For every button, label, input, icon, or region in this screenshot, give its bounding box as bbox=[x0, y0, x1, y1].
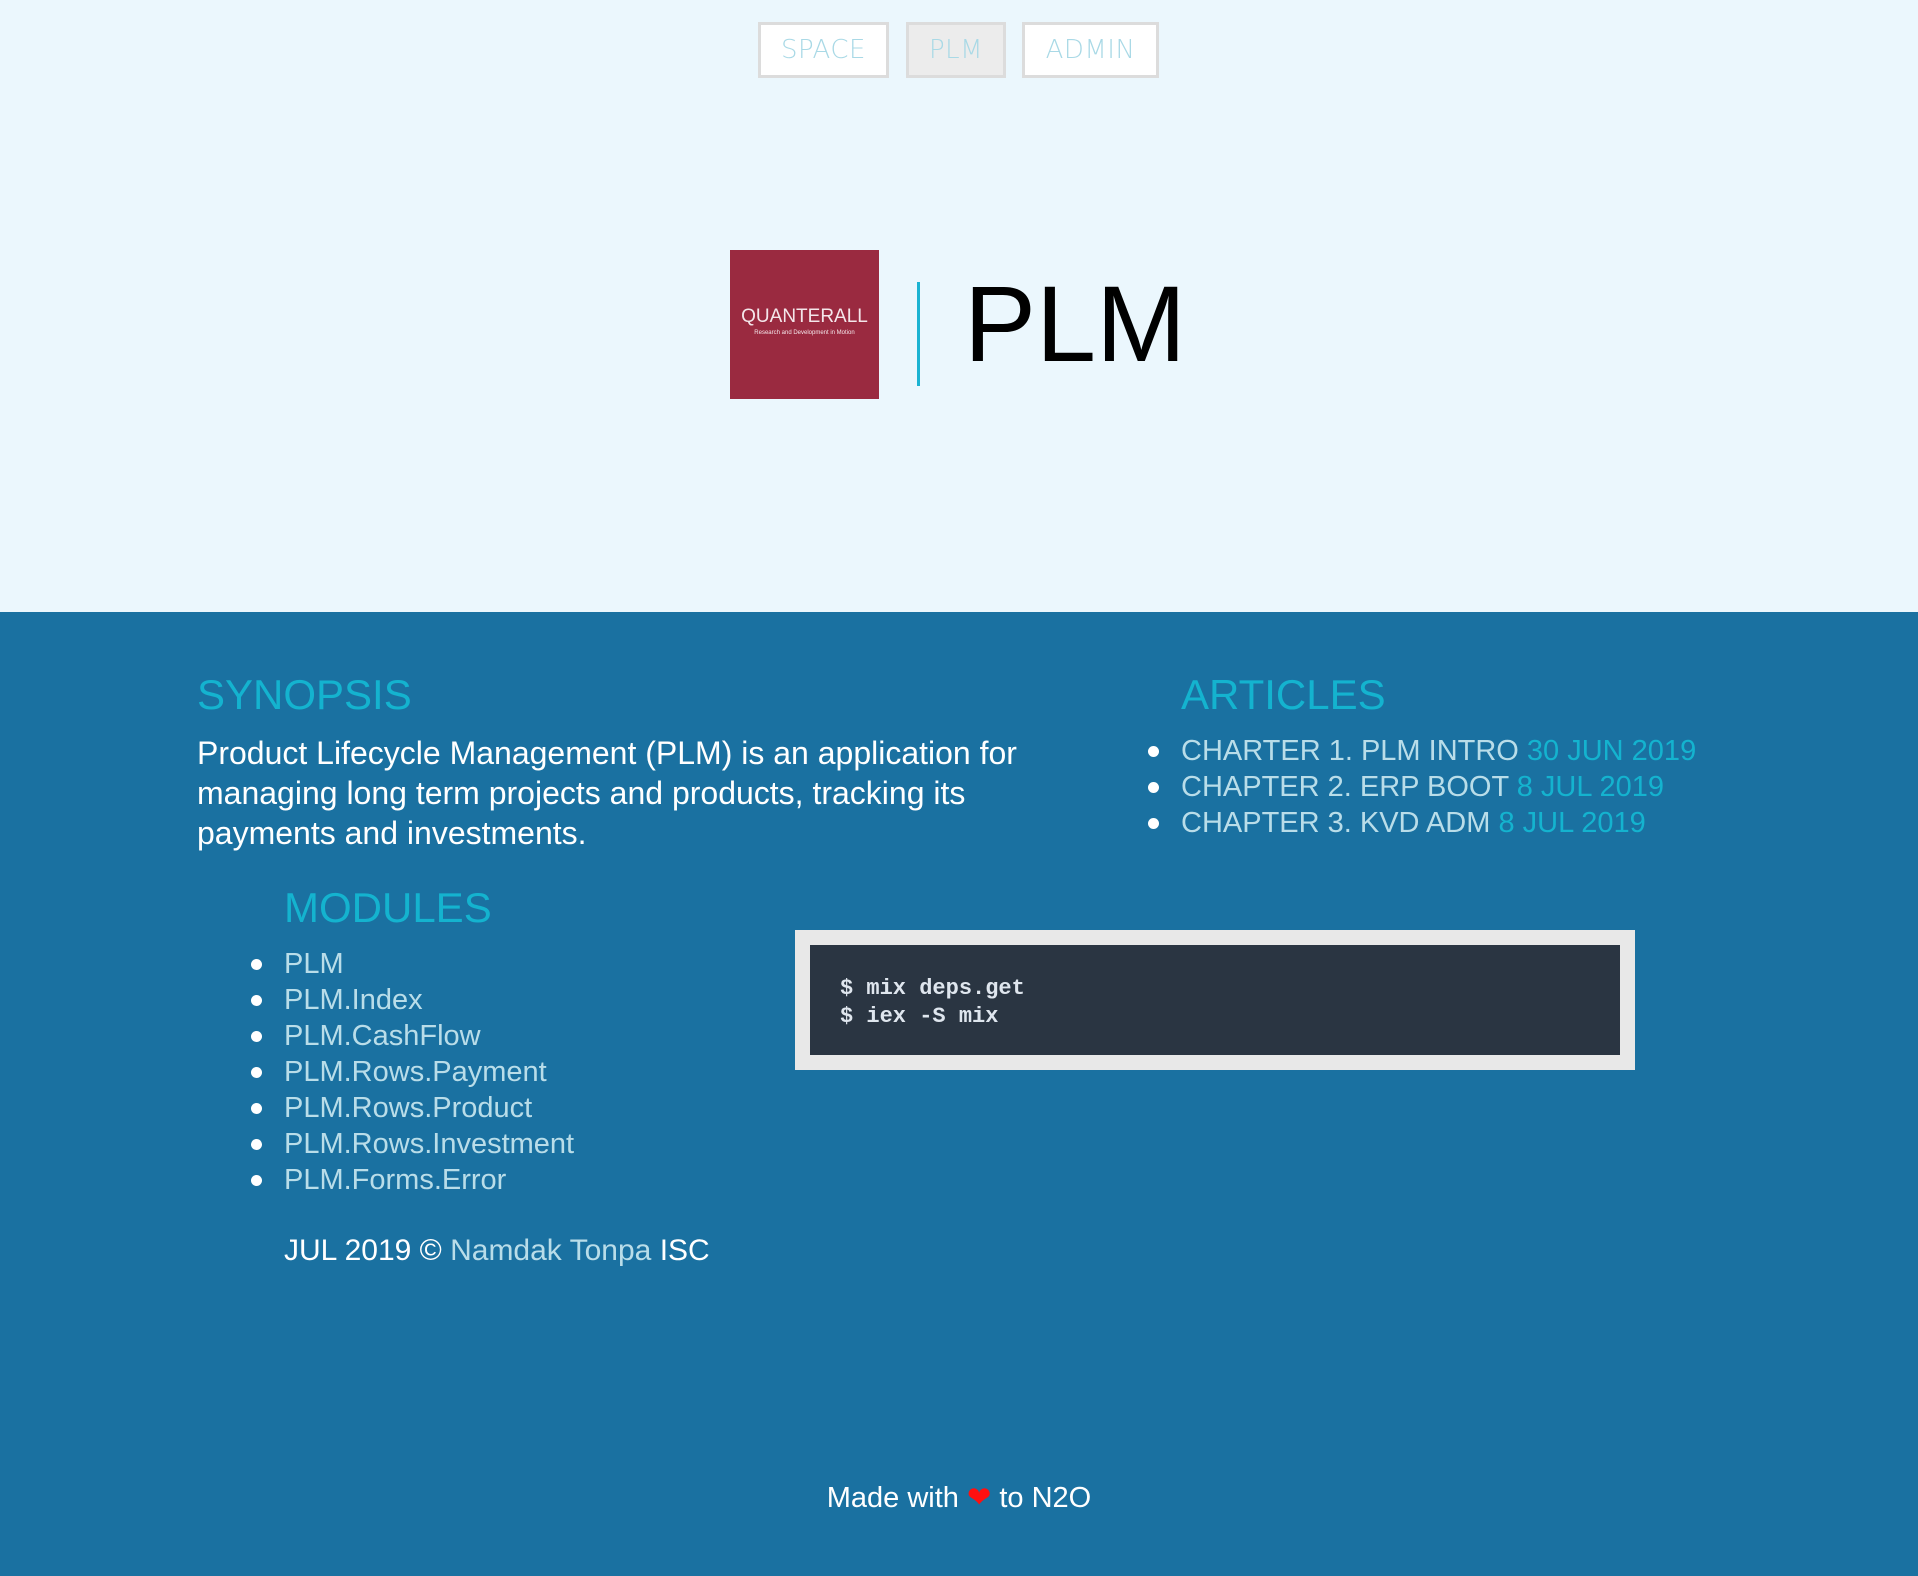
license: ISC bbox=[659, 1234, 710, 1267]
header-section: SPACE PLM ADMIN QUANTERALL Research and … bbox=[0, 0, 1918, 612]
article-date: 8 JUL 2019 bbox=[1498, 807, 1646, 839]
article-title[interactable]: CHARTER 1. PLM INTRO bbox=[1181, 735, 1519, 767]
article-title[interactable]: CHAPTER 2. ERP BOOT bbox=[1181, 771, 1509, 803]
modules-list: PLM PLM.Index PLM.CashFlow PLM.Rows.Paym… bbox=[250, 946, 574, 1198]
made-suffix: to N2O bbox=[999, 1482, 1092, 1514]
module-link[interactable]: PLM.CashFlow bbox=[250, 1018, 574, 1054]
module-link[interactable]: PLM.Rows.Investment bbox=[250, 1126, 574, 1162]
nav-plm-button[interactable]: PLM bbox=[906, 22, 1006, 78]
page-title: PLM bbox=[964, 263, 1187, 384]
author-link[interactable]: Namdak Tonpa bbox=[450, 1234, 651, 1267]
code-content: $ mix deps.get $ iex -S mix bbox=[810, 945, 1620, 1055]
copyright-date: JUL 2019 © bbox=[284, 1234, 442, 1267]
nav-admin-button[interactable]: ADMIN bbox=[1022, 22, 1159, 78]
divider bbox=[917, 282, 920, 386]
nav-space-button[interactable]: SPACE bbox=[758, 22, 889, 78]
article-date: 30 JUN 2019 bbox=[1526, 735, 1697, 767]
logo-tagline: Research and Development in Motion bbox=[754, 330, 855, 336]
modules-heading: MODULES bbox=[284, 884, 492, 931]
code-line: $ mix deps.get bbox=[840, 976, 1025, 1001]
heart-icon: ❤ bbox=[966, 1482, 992, 1514]
quanterall-logo: QUANTERALL Research and Development in M… bbox=[730, 250, 879, 399]
articles-heading: ARTICLES bbox=[1181, 671, 1386, 718]
code-line: $ iex -S mix bbox=[840, 1004, 999, 1029]
made-prefix: Made with bbox=[826, 1482, 959, 1514]
article-item[interactable]: CHAPTER 2. ERP BOOT 8 JUL 2019 bbox=[1147, 769, 1696, 805]
module-link[interactable]: PLM.Forms.Error bbox=[250, 1162, 574, 1198]
module-link[interactable]: PLM.Rows.Payment bbox=[250, 1054, 574, 1090]
synopsis-heading: SYNOPSIS bbox=[197, 671, 412, 718]
article-title[interactable]: CHAPTER 3. KVD ADM bbox=[1181, 807, 1490, 839]
synopsis-text: Product Lifecycle Management (PLM) is an… bbox=[197, 735, 1017, 851]
articles-list: CHARTER 1. PLM INTRO 30 JUN 2019 CHAPTER… bbox=[1147, 733, 1697, 841]
article-item[interactable]: CHARTER 1. PLM INTRO 30 JUN 2019 bbox=[1147, 733, 1697, 769]
module-link[interactable]: PLM.Rows.Product bbox=[250, 1090, 574, 1126]
copyright: JUL 2019 © Namdak Tonpa ISC bbox=[284, 1234, 710, 1268]
module-link[interactable]: PLM bbox=[250, 946, 574, 982]
code-block: $ mix deps.get $ iex -S mix bbox=[795, 930, 1635, 1070]
article-item[interactable]: CHAPTER 3. KVD ADM 8 JUL 2019 bbox=[1147, 805, 1696, 841]
module-link[interactable]: PLM.Index bbox=[250, 982, 574, 1018]
made-with: Made with ❤ to N2O bbox=[0, 1480, 1918, 1515]
logo-name: QUANTERALL bbox=[741, 306, 868, 327]
article-date: 8 JUL 2019 bbox=[1516, 771, 1665, 803]
